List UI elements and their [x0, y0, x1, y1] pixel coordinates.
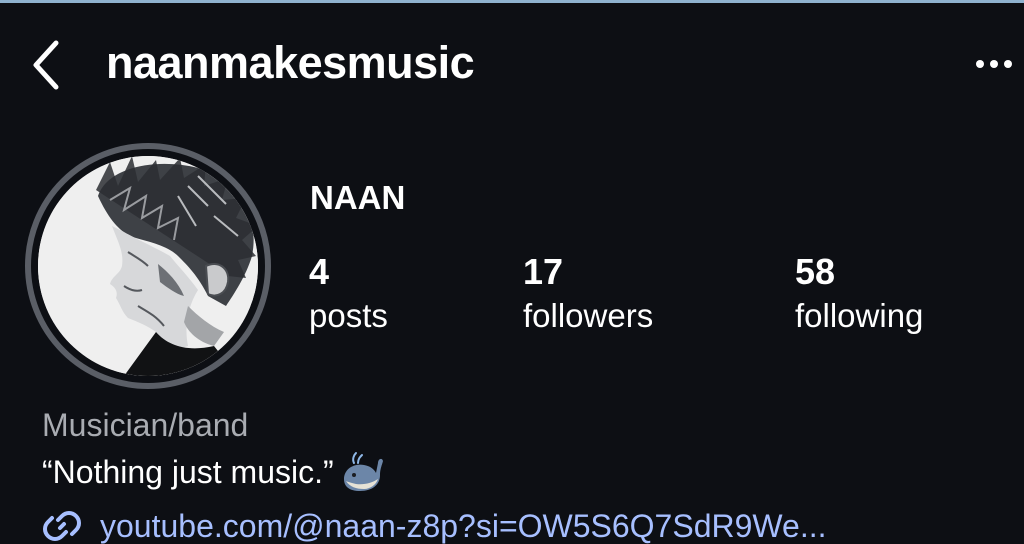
profile-category: Musician/band: [42, 407, 249, 443]
following-count: 58: [795, 251, 836, 292]
profile-bio: “Nothing just music.”: [42, 448, 384, 496]
posts-label: posts: [309, 297, 388, 334]
profile-username: naanmakesmusic: [106, 37, 475, 88]
profile-display-name: NAAN: [310, 179, 406, 216]
avatar[interactable]: [38, 156, 258, 376]
following-label: following: [795, 297, 924, 334]
followers-stat[interactable]: 17 followers: [523, 250, 653, 338]
posts-count: 4: [309, 251, 330, 292]
more-horizontal-icon: [976, 60, 1012, 68]
back-button[interactable]: [22, 37, 72, 93]
whale-icon: [343, 452, 383, 491]
followers-count: 17: [523, 251, 564, 292]
chevron-left-icon: [33, 40, 59, 90]
more-options-button[interactable]: [966, 47, 1022, 81]
posts-stat[interactable]: 4 posts: [309, 250, 388, 338]
followers-label: followers: [523, 297, 654, 334]
link-icon: [43, 511, 81, 541]
profile-link[interactable]: youtube.com/@naan-z8p?si=OW5S6Q7SdR9We..…: [40, 504, 826, 544]
profile-link-text: youtube.com/@naan-z8p?si=OW5S6Q7SdR9We..…: [100, 508, 827, 544]
bio-text: “Nothing just music.”: [42, 454, 334, 490]
profile-header: naanmakesmusic: [0, 3, 1024, 115]
avatar-illustration: [38, 156, 258, 376]
following-stat[interactable]: 58 following: [795, 250, 923, 338]
